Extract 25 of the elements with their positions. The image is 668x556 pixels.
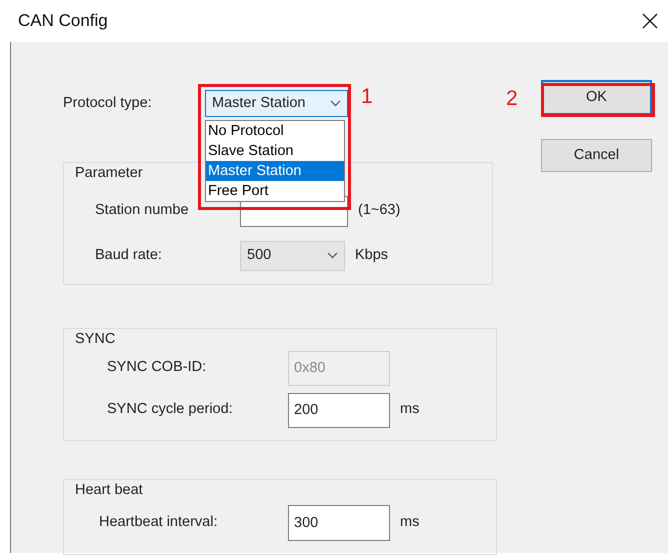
field-label: Heartbeat interval: xyxy=(99,513,218,532)
callout-number: 2 xyxy=(506,88,518,109)
unit-label: (1~63) xyxy=(358,201,400,220)
chevron-down-icon xyxy=(327,252,338,260)
callout-number: 1 xyxy=(361,86,373,107)
cancel-button[interactable]: Cancel xyxy=(541,139,652,172)
dropdown-option[interactable]: Free Port xyxy=(206,181,344,201)
unit-label: Kbps xyxy=(355,246,388,265)
input-field[interactable]: 300 xyxy=(288,505,390,542)
field-label: SYNC cycle period: xyxy=(107,400,234,420)
baud-rate-dropdown[interactable]: 500 xyxy=(240,240,345,271)
unit-label: ms xyxy=(400,400,420,420)
dropdown-option[interactable]: No Protocol xyxy=(206,121,344,141)
field-label: Baud rate: xyxy=(95,246,163,265)
field-label: Station numbe xyxy=(95,201,190,220)
chevron-down-icon xyxy=(330,100,341,107)
input-field[interactable]: 200 xyxy=(288,392,390,428)
window-title: CAN Config xyxy=(18,10,108,32)
field-label: Protocol type: xyxy=(63,94,153,113)
protocol-dropdown[interactable]: Master Station xyxy=(205,90,348,117)
dropdown-option[interactable]: Slave Station xyxy=(206,141,344,161)
close-icon[interactable] xyxy=(642,13,658,29)
unit-label: ms xyxy=(400,513,420,532)
field-label: SYNC COB-ID: xyxy=(107,358,208,378)
dropdown-option[interactable]: Master Station xyxy=(206,161,344,181)
